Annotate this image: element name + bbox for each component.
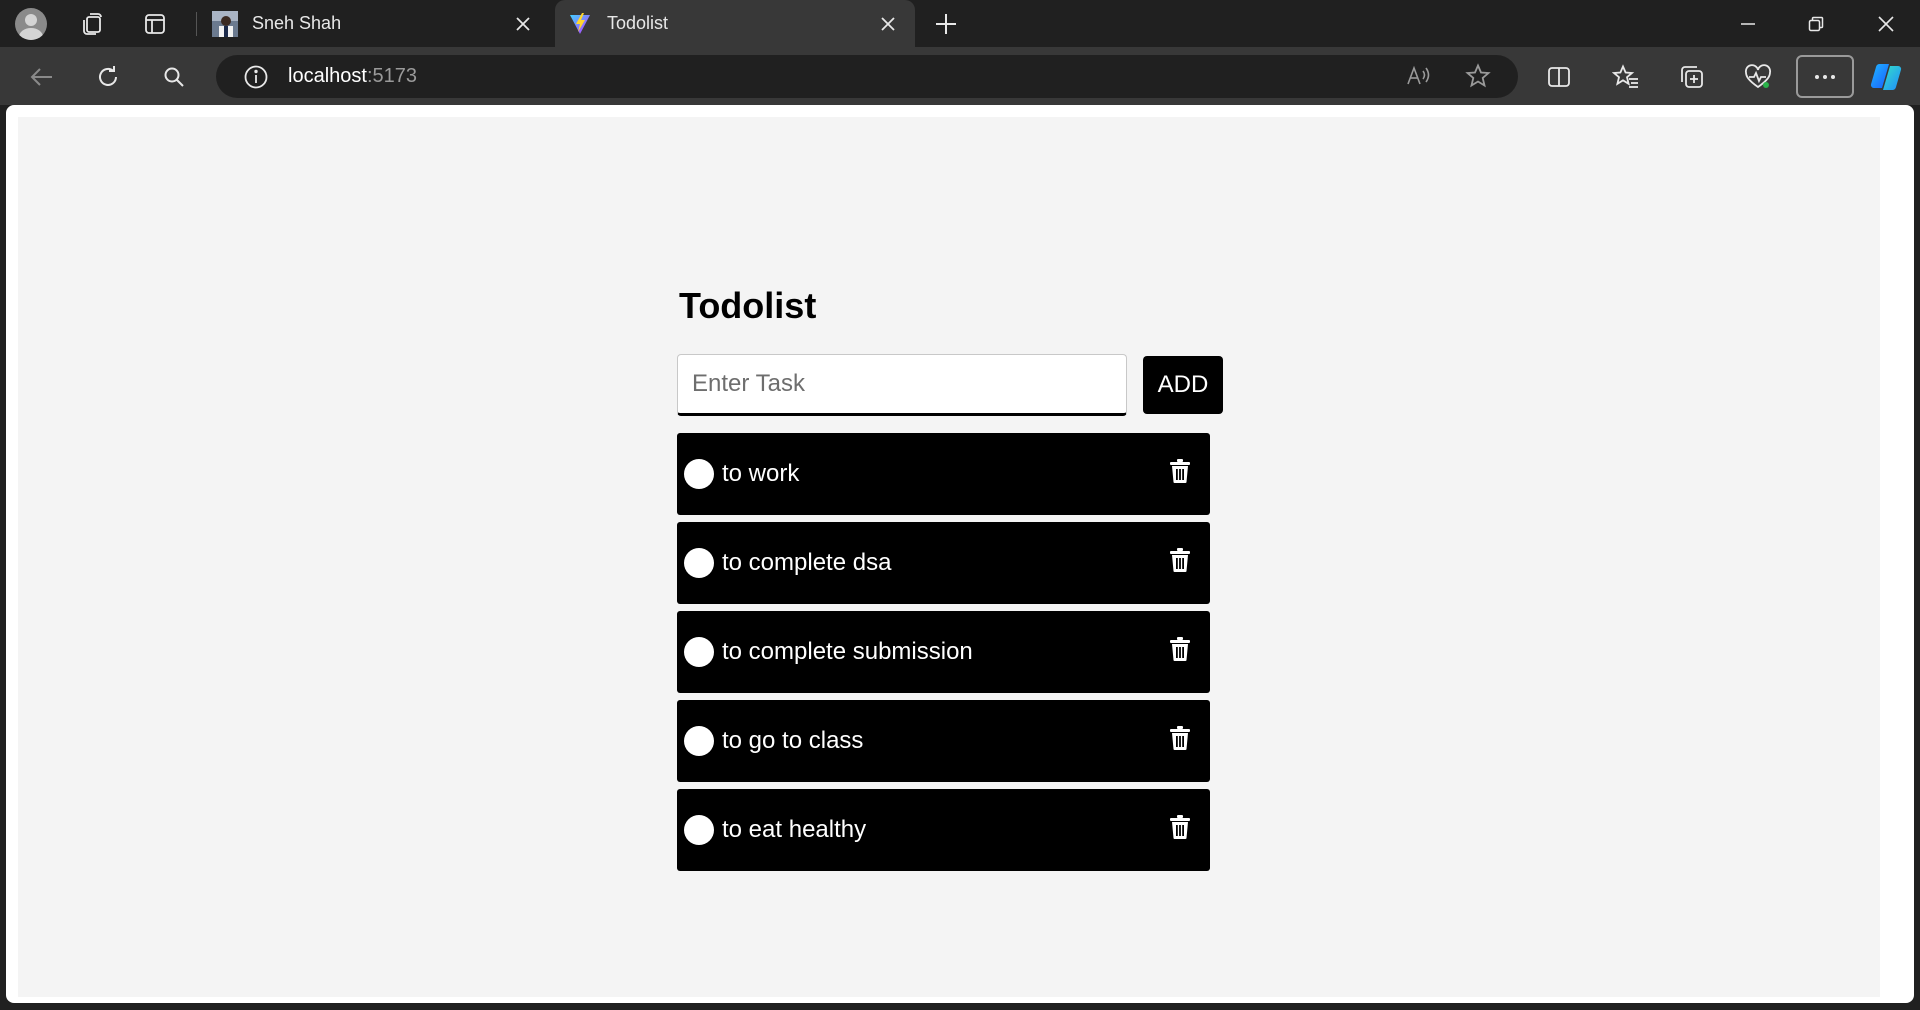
task-checkbox[interactable] [684,815,714,845]
trash-icon[interactable] [1168,813,1192,841]
url-host: localhost [288,65,367,87]
browser-toolbar: localhost:5173 [0,47,1920,105]
browser-viewport: Todolist ADD to work to complete dsa [6,105,1914,1003]
address-bar[interactable]: localhost:5173 [216,55,1518,98]
trash-icon[interactable] [1168,546,1192,574]
task-text: to go to class [722,727,864,754]
restore-icon[interactable] [1782,0,1850,47]
tab-title: Todolist [607,13,669,33]
avatar-icon [15,8,47,40]
task-item: to complete dsa [677,522,1210,604]
task-checkbox[interactable] [684,548,714,578]
url-text: localhost:5173 [288,65,417,88]
task-item: to complete submission [677,611,1210,693]
url-port: :5173 [366,65,417,87]
copilot-icon[interactable] [1868,59,1904,95]
page-background: Todolist ADD to work to complete dsa [18,117,1880,997]
more-options-icon[interactable] [1796,55,1854,98]
todo-app: Todolist ADD to work to complete dsa [677,284,1237,878]
tab-title: Sneh Shah [252,13,342,33]
collections-icon[interactable] [1674,59,1710,95]
task-checkbox[interactable] [684,637,714,667]
task-item: to go to class [677,700,1210,782]
add-task-row: ADD [677,354,1237,416]
new-tab-icon[interactable] [930,8,962,40]
task-checkbox[interactable] [684,459,714,489]
read-aloud-icon[interactable] [1400,58,1436,94]
browser-essentials-icon[interactable] [1740,59,1776,95]
tab-actions-icon[interactable] [139,8,171,40]
task-item: to eat healthy [677,789,1210,871]
back-arrow-icon[interactable] [24,59,60,95]
task-text: to complete dsa [722,549,892,576]
trash-icon[interactable] [1168,724,1192,752]
site-info-icon[interactable] [238,59,274,95]
task-list: to work to complete dsa to complete subm… [677,433,1237,871]
trash-icon[interactable] [1168,635,1192,663]
profile-button[interactable] [15,8,47,40]
tab-divider [196,12,197,36]
vite-logo-icon [567,11,593,37]
tab-todolist[interactable]: Todolist [555,0,915,47]
close-icon[interactable] [873,9,903,39]
trash-icon[interactable] [1168,457,1192,485]
favorites-icon[interactable] [1608,59,1644,95]
workspaces-icon[interactable] [76,8,108,40]
search-icon[interactable] [156,59,192,95]
add-button[interactable]: ADD [1143,356,1223,414]
task-item: to work [677,433,1210,515]
task-text: to complete submission [722,638,973,665]
minimize-icon[interactable] [1714,0,1782,47]
close-icon[interactable] [508,9,538,39]
task-input[interactable] [677,354,1127,416]
task-checkbox[interactable] [684,726,714,756]
tab-sneh-shah[interactable]: Sneh Shah [200,0,550,47]
task-text: to work [722,460,800,487]
profile-photo-favicon-icon [212,10,238,37]
split-screen-icon[interactable] [1541,59,1577,95]
page-title: Todolist [679,285,817,326]
task-text: to eat healthy [722,816,867,843]
window-close-icon[interactable] [1852,0,1920,47]
tab-strip: Sneh Shah Todolist [0,0,1920,47]
reload-icon[interactable] [90,59,126,95]
favorite-star-icon[interactable] [1460,58,1496,94]
